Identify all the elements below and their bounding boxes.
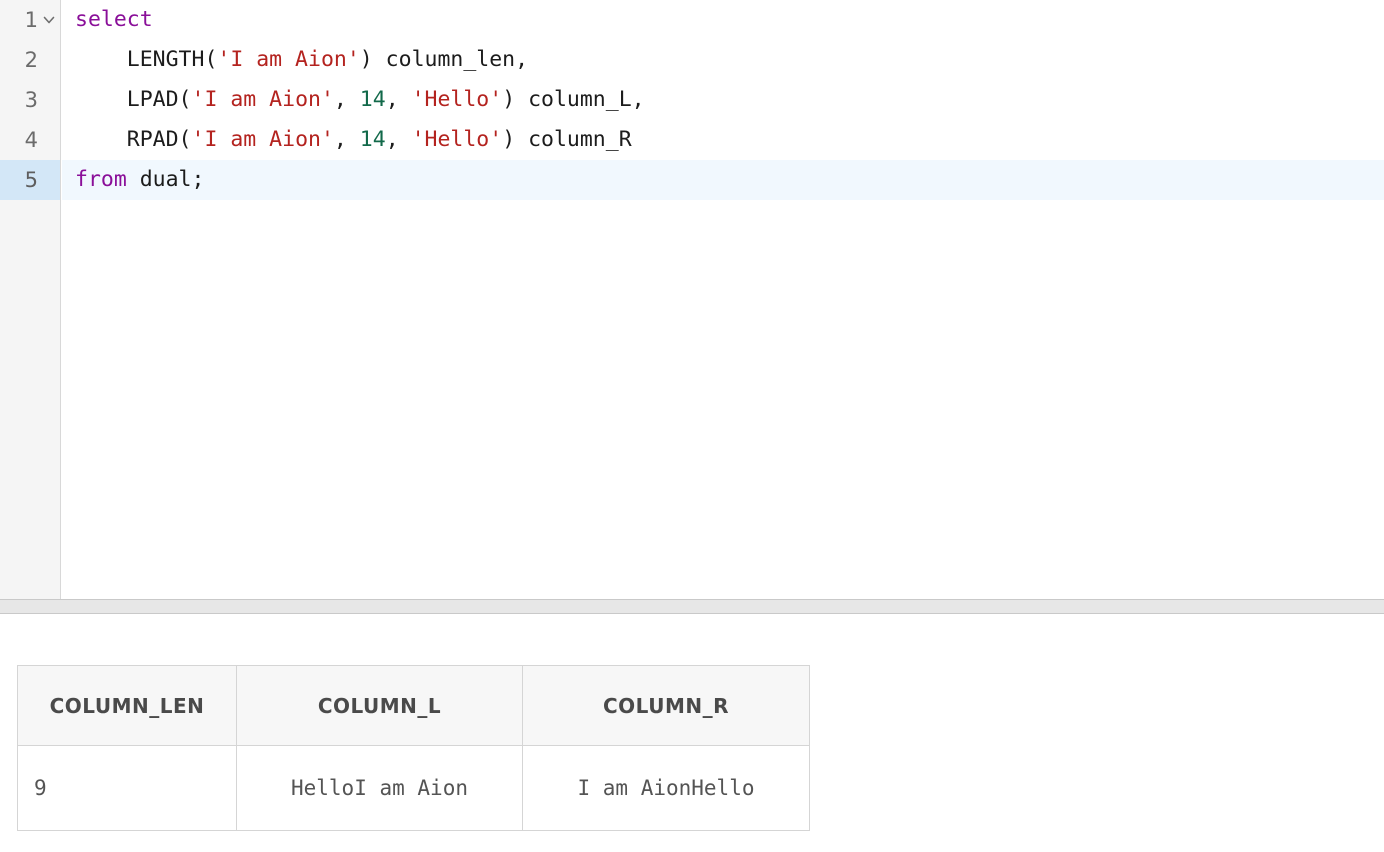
editor-line-number-gutter: 1 2 3 4 5	[0, 0, 61, 599]
results-table-row[interactable]: 9 HelloI am Aion I am AionHello	[17, 745, 810, 831]
code-token-fn: RPAD(	[126, 127, 192, 152]
results-table-body: 9 HelloI am Aion I am AionHello	[17, 745, 810, 831]
editor-code-area[interactable]: select LENGTH('I am Aion') column_len, L…	[62, 0, 1384, 599]
results-table-cell[interactable]: HelloI am Aion	[236, 745, 523, 831]
gutter-row[interactable]: 4	[0, 120, 60, 160]
code-token-pun	[75, 47, 127, 72]
code-token-num: 14	[359, 127, 386, 152]
code-token-pun: ,	[385, 87, 412, 112]
results-table-cell[interactable]: 9	[17, 745, 237, 831]
code-token-pun: ,	[333, 87, 360, 112]
results-table-cell[interactable]: I am AionHello	[522, 745, 810, 831]
code-token-str: 'I am Aion'	[217, 47, 360, 72]
code-line[interactable]: RPAD('I am Aion', 14, 'Hello') column_R	[62, 120, 1384, 160]
query-results-table[interactable]: COLUMN_LEN COLUMN_L COLUMN_R 9 HelloI am Ai…	[17, 665, 810, 831]
code-token-pun: )	[502, 87, 516, 112]
code-token-str: 'I am Aion'	[191, 87, 334, 112]
code-line[interactable]: LPAD('I am Aion', 14, 'Hello') column_L,	[62, 80, 1384, 120]
code-token-pun: )	[502, 127, 516, 152]
code-token-fn: LPAD(	[126, 87, 192, 112]
code-token-str: 'Hello'	[411, 127, 503, 152]
code-line[interactable]: from dual;	[62, 160, 1384, 200]
code-line[interactable]: select	[62, 0, 1384, 40]
code-token-kw: select	[75, 7, 153, 32]
results-column-header[interactable]: COLUMN_L	[236, 665, 523, 746]
results-table-head: COLUMN_LEN COLUMN_L COLUMN_R	[17, 665, 810, 746]
line-number: 1	[24, 8, 38, 32]
gutter-row[interactable]: 5	[0, 160, 60, 200]
code-token-pun	[75, 127, 127, 152]
gutter-row[interactable]: 1	[0, 0, 60, 40]
chevron-down-icon[interactable]	[42, 14, 56, 26]
code-token-id: column_R	[515, 127, 632, 152]
code-token-str: 'I am Aion'	[191, 127, 334, 152]
code-token-num: 14	[359, 87, 386, 112]
results-column-header[interactable]: COLUMN_LEN	[17, 665, 237, 746]
code-token-str: 'Hello'	[411, 87, 503, 112]
code-token-id: column_len,	[372, 47, 529, 72]
code-token-pun: ,	[385, 127, 412, 152]
line-number: 2	[24, 48, 38, 72]
line-number: 4	[24, 128, 38, 152]
pane-splitter-handle[interactable]	[0, 599, 1384, 614]
code-token-kw: from	[75, 167, 127, 192]
code-line[interactable]: LENGTH('I am Aion') column_len,	[62, 40, 1384, 80]
sql-editor-pane[interactable]: 12345 select LENGTH('I am Aion') column_…	[0, 0, 1384, 599]
gutter-row[interactable]: 3	[0, 80, 60, 120]
code-token-id: dual;	[126, 167, 205, 192]
code-token-pun: ,	[333, 127, 360, 152]
query-results-pane: COLUMN_LEN COLUMN_L COLUMN_R 9 HelloI am Ai…	[0, 614, 1384, 852]
results-column-header[interactable]: COLUMN_R	[522, 665, 810, 746]
code-token-pun: )	[359, 47, 373, 72]
line-number: 5	[24, 168, 38, 192]
gutter-row[interactable]: 2	[0, 40, 60, 80]
code-token-id: column_L,	[515, 87, 645, 112]
results-header-row: COLUMN_LEN COLUMN_L COLUMN_R	[17, 665, 810, 746]
line-number: 3	[24, 88, 38, 112]
code-token-pun	[75, 87, 127, 112]
code-token-fn: LENGTH(	[126, 47, 218, 72]
